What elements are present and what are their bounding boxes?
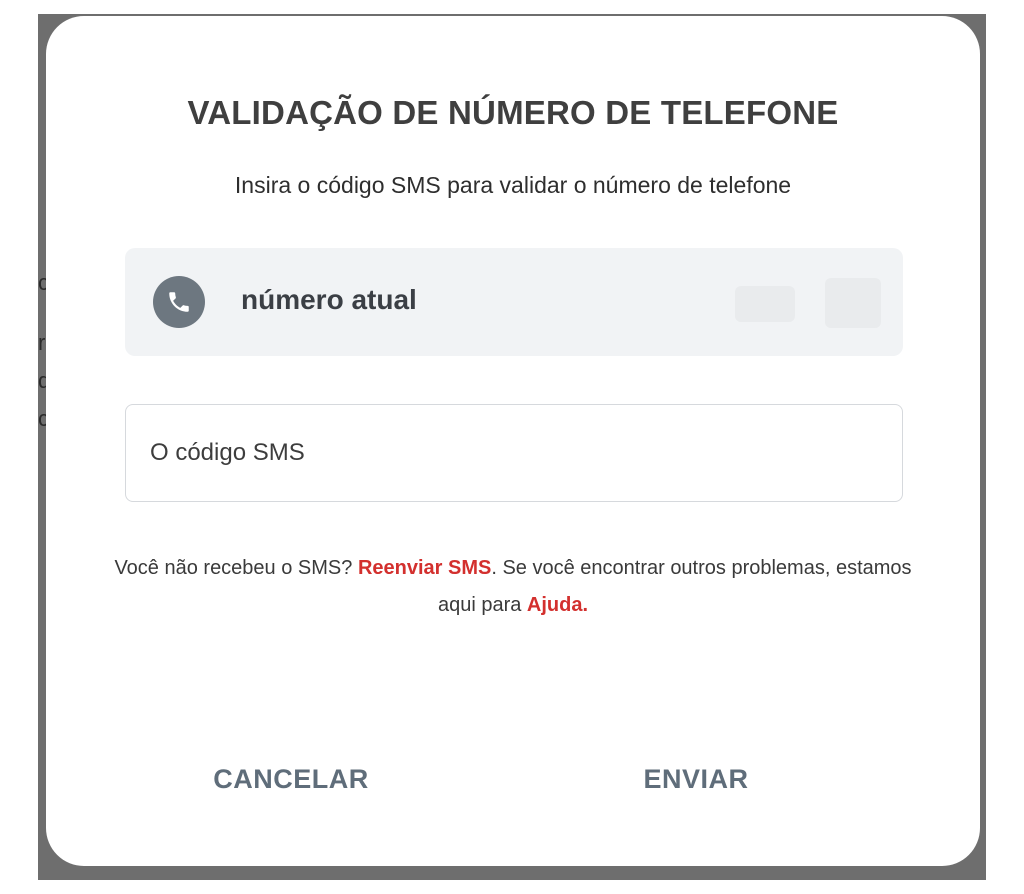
help-text-part: Você não recebeu o SMS? (114, 557, 358, 579)
current-number-box: número atual (125, 248, 903, 356)
resend-sms-link[interactable]: Reenviar SMS (358, 557, 491, 579)
sms-code-input[interactable] (150, 405, 880, 501)
phone-validation-dialog: VALIDAÇÃO DE NÚMERO DE TELEFONE Insira o… (46, 16, 980, 866)
current-number-label: número atual (241, 284, 417, 315)
help-text: Você não recebeu o SMS? Reenviar SMS. Se… (106, 550, 920, 624)
phone-icon (153, 276, 205, 328)
cancel-button[interactable]: CANCELAR (191, 756, 391, 802)
sms-code-field (125, 404, 903, 502)
dialog-subtitle: Insira o código SMS para validar o númer… (234, 172, 792, 198)
masked-number (825, 278, 881, 328)
help-link[interactable]: Ajuda. (527, 594, 588, 616)
dialog-title: VALIDAÇÃO DE NÚMERO DE TELEFONE (187, 94, 839, 131)
masked-number (735, 286, 795, 322)
help-text-part: . Se você encontrar outros problemas, es… (437, 557, 912, 616)
send-button[interactable]: ENVIAR (606, 756, 786, 802)
background-text: r (38, 330, 46, 355)
